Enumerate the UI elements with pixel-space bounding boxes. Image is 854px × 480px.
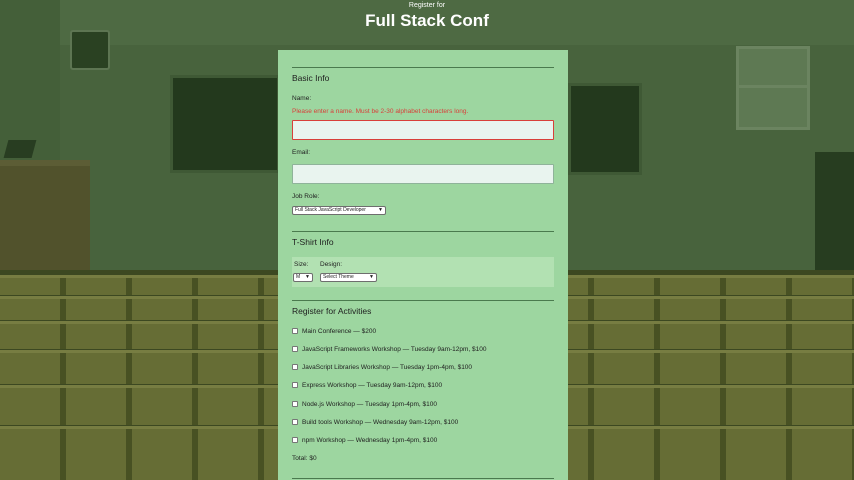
name-input[interactable] [292,120,554,140]
activity-item[interactable]: JavaScript Frameworks Workshop — Tuesday… [292,344,486,354]
design-select[interactable]: Select Theme ▼ [320,273,377,282]
activity-checkbox[interactable] [292,401,298,407]
size-select[interactable]: M ▼ [293,273,313,282]
section-divider [292,231,554,232]
tshirt-info-title: T-Shirt Info [292,237,334,247]
activity-checkbox[interactable] [292,382,298,388]
activity-item[interactable]: npm Workshop — Wednesday 1pm-4pm, $100 [292,435,437,445]
page-header: Register for Full Stack Conf [0,0,854,31]
activity-label: Build tools Workshop — Wednesday 9am-12p… [302,418,459,426]
email-label: Email: [292,149,311,156]
section-divider [292,478,554,479]
job-role-selected: Full Stack JavaScript Developer [295,207,366,213]
basic-info-title: Basic Info [292,73,330,83]
design-selected: Select Theme [323,274,354,280]
page-title: Full Stack Conf [365,11,489,30]
chevron-down-icon: ▼ [369,274,374,280]
section-divider [292,67,554,68]
activities-total: Total: $0 [292,455,317,462]
registration-form: Basic Info Name: Please enter a name. Mu… [278,50,568,480]
chevron-down-icon: ▼ [305,274,310,280]
job-role-select[interactable]: Full Stack JavaScript Developer ▼ [292,206,386,215]
activity-item[interactable]: Build tools Workshop — Wednesday 9am-12p… [292,417,458,427]
chevron-down-icon: ▼ [378,207,383,213]
activity-checkbox[interactable] [292,437,298,443]
activity-item[interactable]: Node.js Workshop — Tuesday 1pm-4pm, $100 [292,399,437,409]
activity-label: JavaScript Frameworks Workshop — Tuesday… [302,345,487,353]
activity-checkbox[interactable] [292,328,298,334]
activity-label: Express Workshop — Tuesday 9am-12pm, $10… [302,381,443,389]
activity-checkbox[interactable] [292,346,298,352]
name-error-message: Please enter a name. Must be 2-30 alphab… [292,108,469,115]
activity-label: npm Workshop — Wednesday 1pm-4pm, $100 [302,436,438,444]
activity-item[interactable]: Main Conference — $200 [292,326,376,336]
activity-checkbox[interactable] [292,419,298,425]
activities-title: Register for Activities [292,306,372,316]
section-divider [292,300,554,301]
tshirt-options-box: Size: M ▼ Design: Select Theme ▼ [292,257,554,287]
size-label: Size: [294,261,309,268]
name-label: Name: [292,95,312,102]
activity-label: JavaScript Libraries Workshop — Tuesday … [302,363,473,371]
activity-item[interactable]: JavaScript Libraries Workshop — Tuesday … [292,362,472,372]
activity-label: Main Conference — $200 [302,327,377,335]
email-input[interactable] [292,164,554,184]
size-selected: M [296,274,301,280]
design-label: Design: [320,261,343,268]
activity-item[interactable]: Express Workshop — Tuesday 9am-12pm, $10… [292,380,442,390]
job-role-label: Job Role: [292,193,320,200]
header-subtitle: Register for [408,2,446,9]
activity-label: Node.js Workshop — Tuesday 1pm-4pm, $100 [302,400,438,408]
activity-checkbox[interactable] [292,364,298,370]
